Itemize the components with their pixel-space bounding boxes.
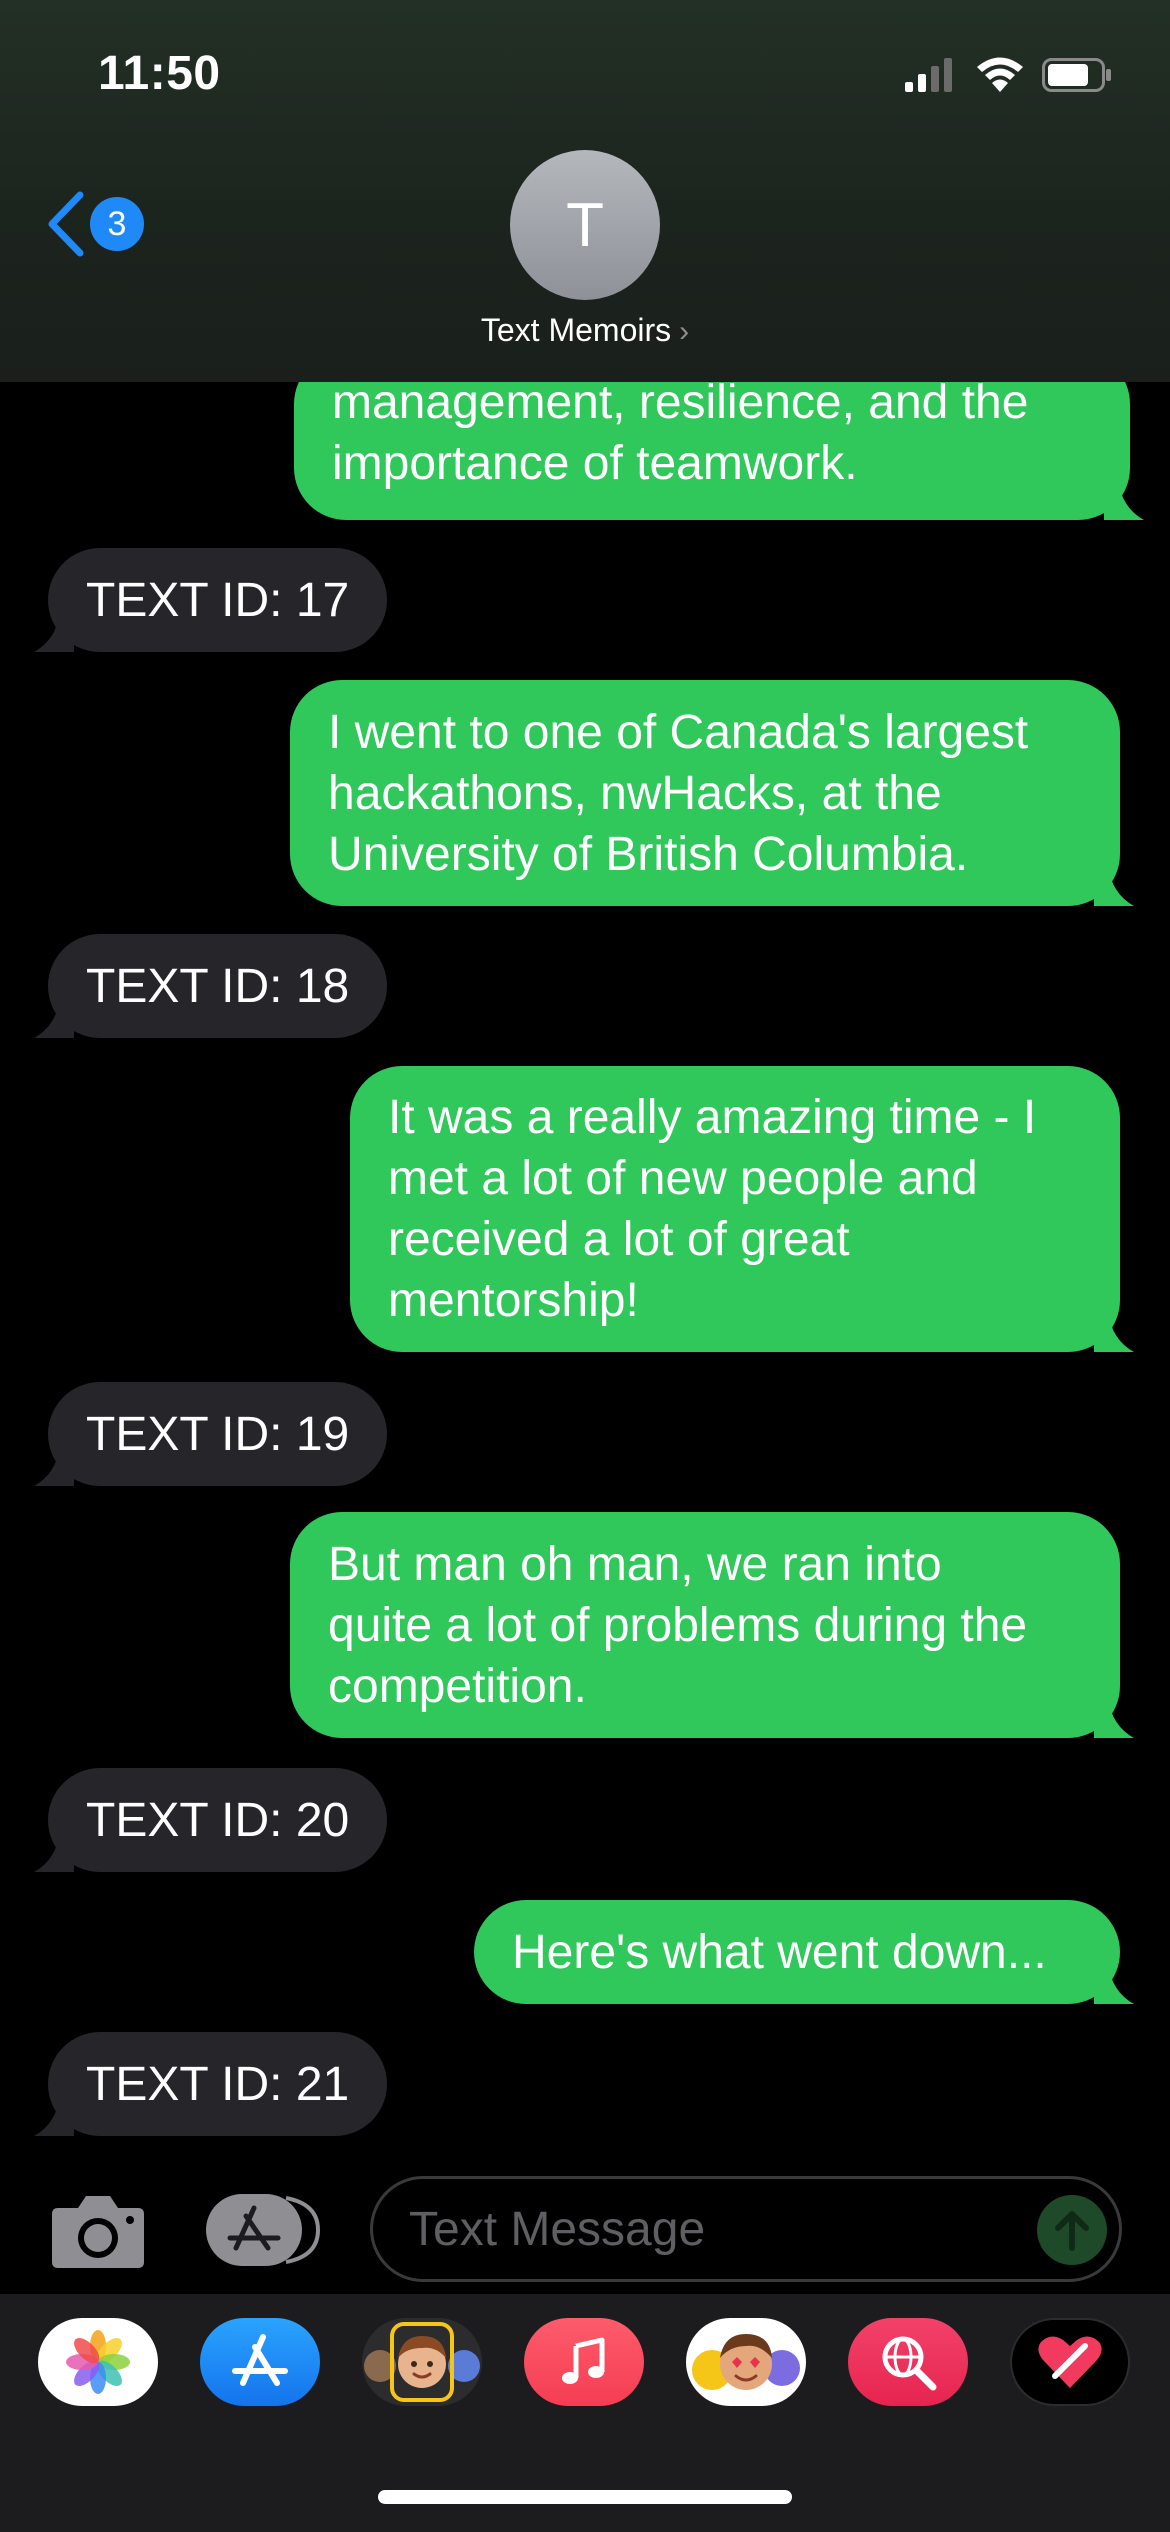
message-text: I went to one of Canada's largest hackat… <box>328 705 1029 881</box>
digital-touch-app-icon[interactable] <box>1010 2318 1130 2406</box>
arrow-up-icon <box>1055 2211 1089 2251</box>
bubble-tail <box>34 2096 74 2136</box>
message-bubble-received[interactable]: TEXT ID: 18 <box>34 934 388 1038</box>
bubble-tail <box>1094 1312 1134 1352</box>
bubble-tail <box>1094 866 1134 906</box>
message-text: But man oh man, we ran into quite a lot … <box>328 1537 1028 1713</box>
contact-avatar[interactable]: T <box>510 150 660 300</box>
chevron-left-icon <box>48 191 84 257</box>
message-input-field[interactable] <box>370 2176 1122 2282</box>
message-text: Here's what went down... <box>512 1925 1047 1979</box>
message-text: management, resilience, and the importan… <box>332 376 1029 490</box>
message-text: TEXT ID: 17 <box>86 573 350 627</box>
message-text: TEXT ID: 21 <box>86 2057 350 2111</box>
message-bubble-received[interactable]: TEXT ID: 20 <box>34 1768 388 1872</box>
chevron-right-icon: › <box>679 315 690 348</box>
music-app-icon[interactable] <box>524 2318 644 2406</box>
message-text: It was a really amazing time - I met a l… <box>388 1091 1037 1327</box>
bubble-tail <box>34 998 74 1038</box>
message-text: TEXT ID: 18 <box>86 959 350 1013</box>
avatar-initial: T <box>566 190 604 260</box>
bubble-tail <box>34 612 74 652</box>
camera-icon[interactable] <box>50 2188 146 2270</box>
message-bubble-sent[interactable]: I went to one of Canada's largest hackat… <box>290 680 1134 906</box>
unread-count-badge: 3 <box>90 197 144 251</box>
message-text: TEXT ID: 20 <box>86 1793 350 1847</box>
photos-app-icon[interactable] <box>38 2318 158 2406</box>
message-bubble-sent[interactable]: Here's what went down... <box>474 1900 1134 2004</box>
cellular-signal-icon <box>905 58 952 92</box>
bubble-tail <box>1104 480 1144 520</box>
battery-icon <box>1042 58 1111 92</box>
bubble-tail <box>34 1832 74 1872</box>
web-search-app-icon[interactable] <box>848 2318 968 2406</box>
back-button[interactable]: 3 <box>44 186 154 262</box>
message-bubble-received[interactable]: TEXT ID: 17 <box>34 548 388 652</box>
contact-name: Text Memoirs <box>480 312 672 348</box>
bubble-tail <box>1094 1964 1134 2004</box>
bubble-tail <box>1094 1698 1134 1738</box>
message-text: TEXT ID: 19 <box>86 1407 350 1461</box>
status-time: 11:50 <box>98 47 221 100</box>
message-bubble-received[interactable]: TEXT ID: 19 <box>34 1382 388 1486</box>
app-store-button[interactable] <box>206 2194 320 2266</box>
conversation-header: 11:50 3 T Text Memoirs › <box>0 0 1170 382</box>
home-indicator[interactable] <box>378 2490 792 2504</box>
memoji-app-icon[interactable] <box>362 2318 482 2406</box>
message-bubble-sent[interactable]: It was a really amazing time - I met a l… <box>350 1066 1134 1352</box>
wifi-icon <box>977 57 1023 92</box>
appstore-app-icon[interactable] <box>200 2318 320 2406</box>
contact-name-button[interactable]: Text Memoirs › <box>0 312 1170 349</box>
animoji-stickers-app-icon[interactable] <box>686 2318 806 2406</box>
message-bubble-received[interactable]: TEXT ID: 21 <box>34 2032 388 2136</box>
message-bubble-sent[interactable]: But man oh man, we ran into quite a lot … <box>290 1512 1134 1738</box>
bubble-tail <box>34 1446 74 1486</box>
send-button[interactable] <box>1037 2195 1107 2265</box>
message-input[interactable] <box>409 2179 1029 2279</box>
